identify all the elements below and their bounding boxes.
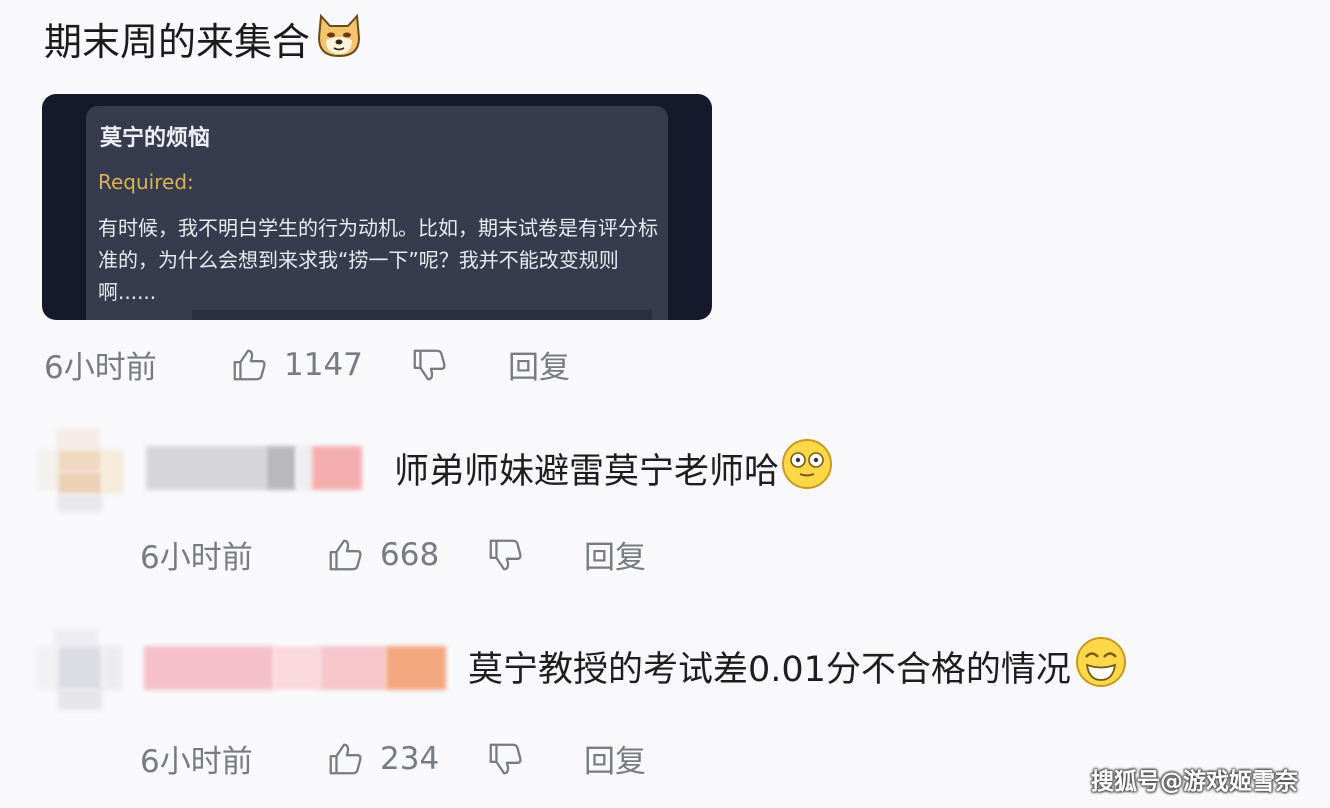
avatar[interactable] — [36, 628, 122, 712]
reply-button[interactable]: 回复 — [508, 342, 570, 387]
doge-emoji-icon — [314, 10, 364, 73]
dislike-button[interactable] — [486, 740, 584, 778]
thumbs-up-icon — [329, 539, 362, 570]
dislike-button[interactable] — [410, 346, 508, 384]
watermark: 搜狐号@游戏姬雪奈 — [1091, 769, 1298, 795]
card-bottom-bar — [192, 310, 652, 320]
username-redacted[interactable] — [144, 646, 446, 690]
username-redacted[interactable] — [146, 446, 362, 490]
thumbs-up-icon — [233, 349, 266, 380]
like-button[interactable]: 234 — [326, 740, 486, 778]
post-title: 期末周的来集合 — [44, 10, 364, 73]
like-button[interactable]: 1147 — [230, 346, 410, 384]
post-image-card[interactable]: 莫宁的烦恼 Required: 有时候，我不明白学生的行为动机。比如，期末试卷是… — [42, 94, 712, 320]
thumbs-down-icon — [489, 743, 522, 774]
dazed-face-emoji-icon — [781, 438, 833, 499]
reply-time: 6小时前 — [140, 540, 253, 576]
grinning-squint-emoji-icon — [1075, 636, 1127, 697]
reply-1-text: 师弟师妹避雷莫宁老师哈 — [394, 438, 833, 499]
like-button[interactable]: 668 — [326, 536, 486, 574]
required-label: Required: — [98, 170, 194, 194]
like-count: 234 — [380, 740, 440, 777]
reply-button[interactable]: 回复 — [584, 532, 646, 577]
reply-time: 6小时前 — [140, 744, 253, 780]
reply-button[interactable]: 回复 — [584, 736, 646, 781]
thumbs-down-icon — [413, 349, 446, 380]
quote-title: 莫宁的烦恼 — [100, 126, 211, 151]
quote-body: 有时候，我不明白学生的行为动机。比如，期末试卷是有评分标准的，为什么会想到来求我… — [98, 216, 658, 304]
like-count: 1147 — [284, 346, 363, 383]
reply-2-meta: 6小时前 234 回复 — [140, 736, 646, 781]
post-title-text: 期末周的来集合 — [44, 19, 311, 64]
reply-1-content: 师弟师妹避雷莫宁老师哈 — [394, 452, 780, 492]
post-meta: 6小时前 1147 回复 — [44, 342, 570, 387]
quote-panel: 莫宁的烦恼 Required: 有时候，我不明白学生的行为动机。比如，期末试卷是… — [86, 106, 668, 320]
reply-2-content: 莫宁教授的考试差0.01分不合格的情况 — [468, 650, 1071, 690]
like-count: 668 — [380, 536, 440, 573]
post-time: 6小时前 — [44, 350, 157, 386]
reply-1-meta: 6小时前 668 回复 — [140, 532, 646, 577]
thumbs-down-icon — [489, 539, 522, 570]
reply-2-text: 莫宁教授的考试差0.01分不合格的情况 — [468, 636, 1127, 697]
thumbs-up-icon — [329, 743, 362, 774]
avatar[interactable] — [38, 428, 124, 512]
dislike-button[interactable] — [486, 536, 584, 574]
